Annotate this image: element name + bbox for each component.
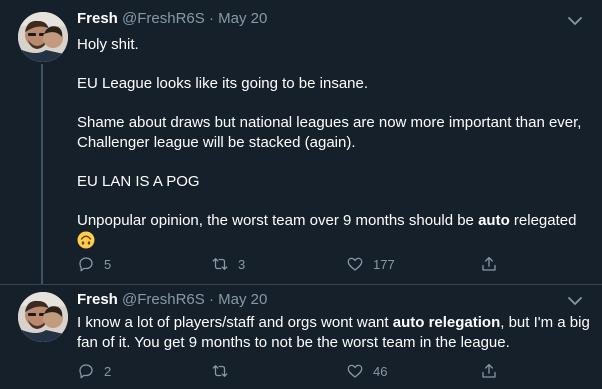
text-segment: relegated <box>509 212 577 229</box>
tweet-header: Fresh @FreshR6S · May 20 <box>77 9 267 29</box>
upside-down-face-emoji <box>77 231 95 249</box>
tweet-paragraph: I know a lot of players/staff and orgs w… <box>77 313 592 353</box>
bold-text: auto <box>478 212 510 229</box>
chevron-down-icon[interactable] <box>564 10 586 32</box>
share-button[interactable] <box>480 360 498 382</box>
retweet-button[interactable] <box>211 360 238 382</box>
reply-icon <box>79 364 93 379</box>
reply-count: 5 <box>104 256 112 272</box>
tweet-paragraph: EU League looks like its going to be ins… <box>77 75 369 92</box>
tweet-timeline: Fresh @FreshR6S · May 20 Holy shit. EU L… <box>0 0 602 389</box>
tweet-actions: 5 3 177 <box>77 253 517 275</box>
like-button[interactable]: 46 <box>346 360 387 382</box>
avatar-image <box>18 12 68 62</box>
tweet-text: Holy shit. EU League looks like its goin… <box>77 35 592 252</box>
chevron-down-icon[interactable] <box>564 290 586 312</box>
header-separator: · <box>208 10 214 27</box>
tweet-paragraph: Holy shit. <box>77 36 139 53</box>
author-name[interactable]: Fresh <box>77 10 118 27</box>
thread-connector-line <box>41 64 43 285</box>
share-icon <box>482 363 496 378</box>
tweet-paragraph <box>77 231 592 252</box>
tweet-paragraph: Unpopular opinion, the worst team over 9… <box>77 211 592 231</box>
share-icon <box>482 256 496 271</box>
heart-icon <box>347 257 363 271</box>
tweet-text: I know a lot of players/staff and orgs w… <box>77 313 592 353</box>
tweet-paragraph: EU LAN IS A POG <box>77 173 200 190</box>
reply-button[interactable]: 5 <box>77 253 111 275</box>
share-button[interactable] <box>480 253 498 275</box>
author-name[interactable]: Fresh <box>77 291 118 308</box>
author-handle[interactable]: @FreshR6S <box>122 291 205 308</box>
retweet-count: 3 <box>238 256 246 272</box>
tweet[interactable]: Fresh @FreshR6S · May 20 Holy shit. EU L… <box>0 0 602 285</box>
bold-text: auto relegation <box>392 314 501 331</box>
tweet[interactable]: Fresh @FreshR6S · May 20 I know a lot of… <box>0 285 602 389</box>
tweet-date[interactable]: May 20 <box>218 291 267 308</box>
avatar[interactable] <box>18 12 68 62</box>
reply-count: 2 <box>104 363 112 379</box>
retweet-button[interactable]: 3 <box>211 253 245 275</box>
heart-icon <box>347 364 363 378</box>
reply-button[interactable]: 2 <box>77 360 111 382</box>
avatar[interactable] <box>18 292 68 342</box>
tweet-actions: 2 46 <box>77 360 517 382</box>
text-segment: I know a lot of players/staff and orgs w… <box>77 314 393 331</box>
text-segment: Unpopular opinion, the worst team over 9… <box>77 212 479 229</box>
retweet-icon <box>212 365 228 377</box>
tweet-header: Fresh @FreshR6S · May 20 <box>77 290 267 310</box>
tweet-date[interactable]: May 20 <box>218 10 267 27</box>
retweet-icon <box>212 258 228 270</box>
header-separator: · <box>208 291 214 308</box>
reply-icon <box>79 257 93 272</box>
author-handle[interactable]: @FreshR6S <box>122 10 205 27</box>
like-button[interactable]: 177 <box>346 253 395 275</box>
tweet-paragraph: Shame about draws but national leagues a… <box>77 114 582 151</box>
like-count: 177 <box>373 256 395 272</box>
like-count: 46 <box>373 363 388 379</box>
avatar-image <box>18 292 68 342</box>
